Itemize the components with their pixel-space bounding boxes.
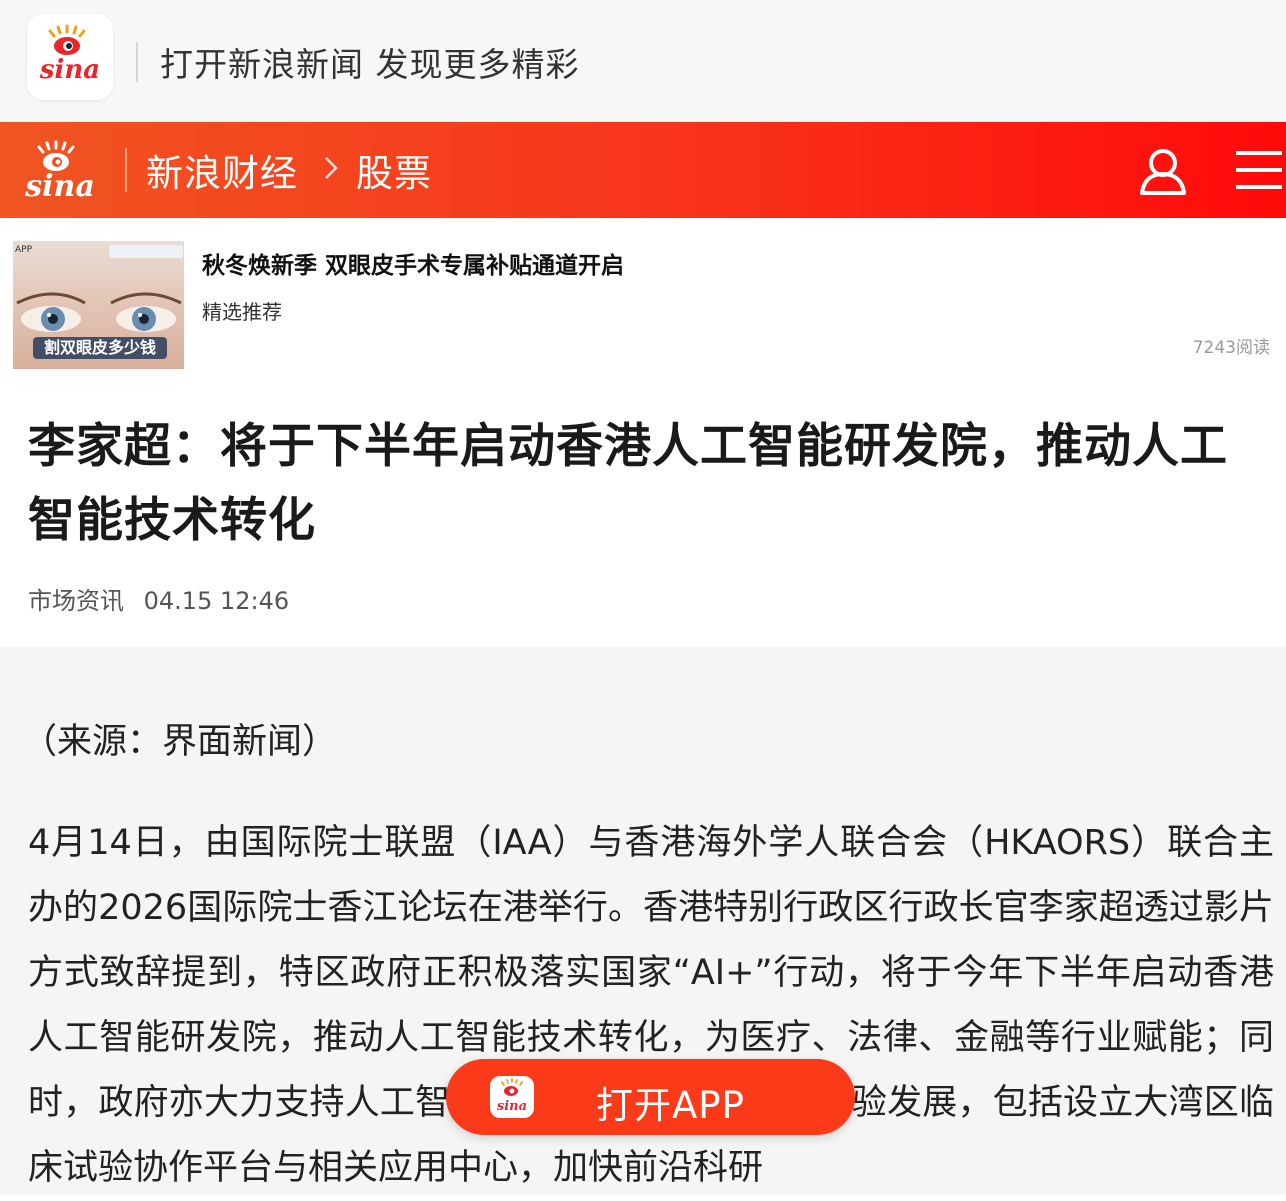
sina-eye-logo-icon: sina (39, 24, 100, 85)
article-meta: 市场资讯 04.15 12:46 (28, 581, 289, 616)
breadcrumb-finance[interactable]: 新浪财经 (146, 143, 298, 197)
menu-icon[interactable] (1236, 149, 1282, 191)
article-source-line: （来源：界面新闻） (22, 722, 338, 762)
breadcrumb-separator-icon (324, 156, 338, 184)
ad-thumbnail[interactable]: APP 割双眼皮多少钱 (13, 241, 184, 369)
sina-small-logo-icon: sina (490, 1076, 534, 1118)
app-download-banner[interactable]: sina 打开新浪新闻 发现更多精彩 (0, 0, 1286, 122)
header-divider (125, 148, 127, 192)
svg-text:sina: sina (39, 55, 100, 85)
breadcrumb-stocks[interactable]: 股票 (356, 143, 432, 197)
user-icon[interactable] (1138, 146, 1188, 196)
ad-card[interactable]: APP 割双眼皮多少钱 (0, 218, 1286, 386)
svg-text:sina: sina (497, 1099, 527, 1114)
article-paragraph: 4月14日，由国际院士联盟（IAA）与香港海外学人联合会（HKAORS）联合主办… (28, 823, 1274, 1188)
banner-divider (136, 42, 138, 82)
sina-header-logo-icon[interactable]: sina (14, 134, 106, 206)
ad-read-count: 7243阅读 (1192, 338, 1270, 358)
banner-text[interactable]: 打开新浪新闻 发现更多精彩 (160, 38, 580, 86)
site-header: sina 新浪财经 股票 (0, 122, 1286, 218)
open-app-label[interactable]: 打开APP (596, 1075, 745, 1129)
sina-app-logo[interactable]: sina (27, 14, 113, 100)
open-app-button[interactable]: sina 打开APP (446, 1059, 855, 1135)
article-source[interactable]: 市场资讯 (28, 587, 124, 615)
svg-text:sina: sina (24, 169, 95, 204)
article-datetime: 04.15 12:46 (143, 587, 290, 615)
article-title: 李家超：将于下半年启动香港人工智能研发院，推动人工智能技术转化 (28, 419, 1228, 548)
ad-subtitle: 精选推荐 (202, 300, 282, 324)
breadcrumb: 新浪财经 股票 (146, 143, 432, 197)
ad-title[interactable]: 秋冬焕新季 双眼皮手术专属补贴通道开启 (202, 246, 624, 280)
ad-thumb-caption: 割双眼皮多少钱 (33, 337, 167, 359)
